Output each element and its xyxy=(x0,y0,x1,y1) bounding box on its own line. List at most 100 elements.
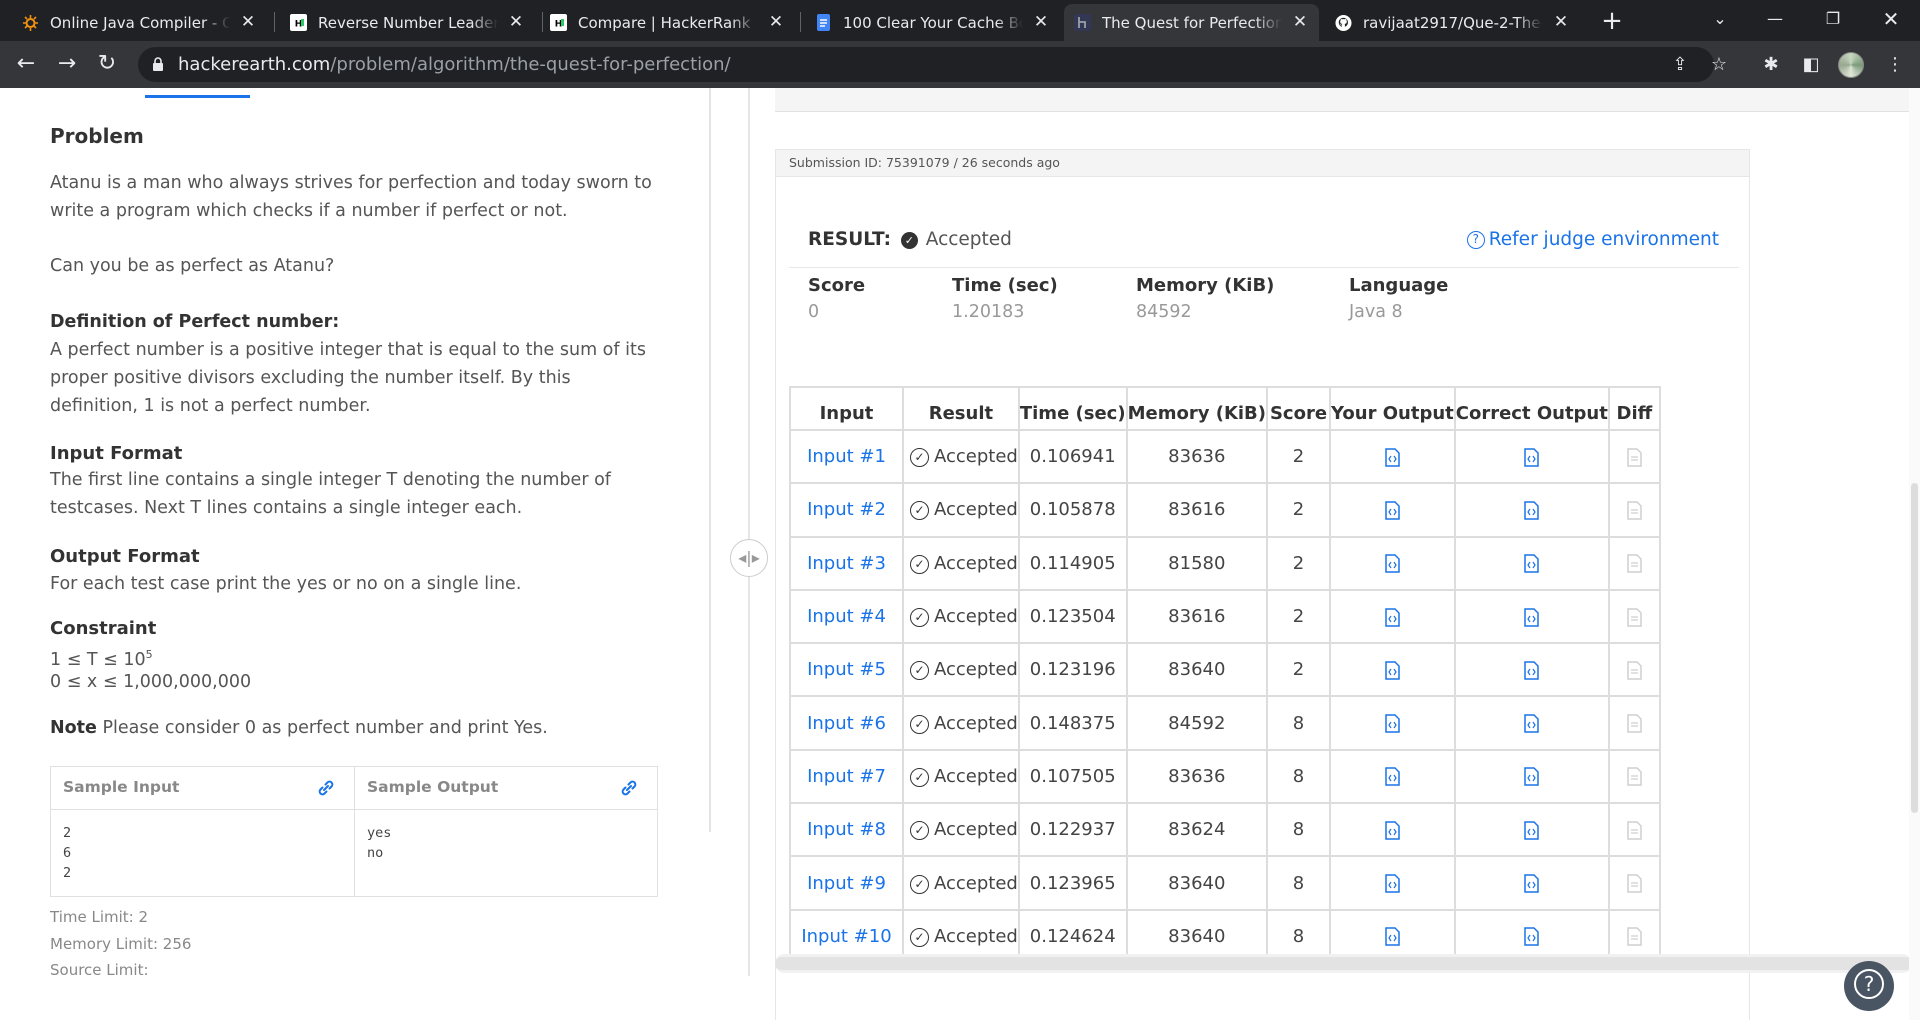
time-cell: 0.122937 xyxy=(1017,802,1128,858)
diff-cell xyxy=(1607,642,1661,698)
input-link[interactable]: Input #7 xyxy=(789,748,904,805)
score-cell: 2 xyxy=(1266,535,1332,591)
close-tab-icon[interactable]: ✕ xyxy=(1291,13,1309,31)
check-badge-icon: ✓ xyxy=(900,232,918,249)
input-link[interactable]: Input #4 xyxy=(789,588,904,645)
help-circle-icon: ? xyxy=(1466,231,1485,249)
your-output-file-icon[interactable] xyxy=(1385,714,1400,733)
your-output-file-icon[interactable] xyxy=(1385,661,1400,680)
correct-output-file-icon[interactable] xyxy=(1524,874,1540,893)
memory-cell: 83616 xyxy=(1125,482,1269,538)
your-output-file-icon[interactable] xyxy=(1385,927,1400,947)
result-label: RESULT: xyxy=(808,229,891,250)
your-output-cell xyxy=(1329,695,1456,751)
tab-search-chevron-icon[interactable]: ⌄ xyxy=(1697,4,1743,34)
close-tab-icon[interactable]: ✕ xyxy=(1032,13,1050,31)
memory-cell: 83624 xyxy=(1125,802,1269,858)
correct-output-cell xyxy=(1453,588,1610,645)
your-output-file-icon[interactable] xyxy=(1385,874,1400,893)
split-drag-handle-icon[interactable]: ◂|▸ xyxy=(730,539,768,577)
restore-icon[interactable]: ❐ xyxy=(1810,4,1856,34)
result-cell: ✓ Accepted xyxy=(902,535,1020,591)
col-header: Diff xyxy=(1607,386,1661,431)
copy-link-icon[interactable] xyxy=(316,778,336,802)
diff-cell xyxy=(1607,802,1661,858)
time-limit: Time Limit: 2 xyxy=(50,908,149,926)
input-link[interactable]: Input #6 xyxy=(789,695,904,751)
horizontal-scrollbar[interactable] xyxy=(775,954,1912,973)
score-cell: 8 xyxy=(1266,802,1332,858)
menu-kebab-icon[interactable]: ⋮ xyxy=(1884,54,1906,76)
close-tab-icon[interactable]: ✕ xyxy=(767,13,785,31)
close-tab-icon[interactable]: ✕ xyxy=(239,13,257,31)
share-icon[interactable]: ⇪ xyxy=(1670,55,1690,75)
copy-link-icon[interactable] xyxy=(619,778,639,802)
correct-output-file-icon[interactable] xyxy=(1524,554,1540,573)
output-format-text: For each test case print the yes or no o… xyxy=(50,574,522,594)
hackerrank-favicon-icon: H xyxy=(290,14,307,31)
scrollbar-thumb[interactable] xyxy=(1911,483,1918,813)
side-panel-icon[interactable]: ◧ xyxy=(1800,54,1822,76)
result-cell: ✓ Accepted xyxy=(902,802,1020,858)
correct-output-file-icon[interactable] xyxy=(1524,607,1540,627)
correct-output-file-icon[interactable] xyxy=(1524,501,1540,520)
your-output-file-icon[interactable] xyxy=(1385,607,1400,627)
stat-value: Java 8 xyxy=(1349,302,1403,322)
profile-avatar[interactable] xyxy=(1838,52,1864,78)
address-bar[interactable]: hackerearth.com/problem/algorithm/the-qu… xyxy=(138,47,1727,82)
reload-icon[interactable]: ↻ xyxy=(92,49,122,79)
table-row: Input #4 ✓ Accepted 0.123504 83616 2 xyxy=(789,588,1661,645)
help-button[interactable]: ? xyxy=(1844,961,1894,1011)
browser-tab[interactable]: 100 Clear Your Cache Bootc ✕ xyxy=(805,4,1060,41)
page-scrollbar[interactable] xyxy=(1909,88,1920,1020)
extensions-puzzle-icon[interactable]: ✱ xyxy=(1760,54,1782,76)
input-link[interactable]: Input #2 xyxy=(789,482,904,538)
input-link[interactable]: Input #9 xyxy=(789,855,904,911)
time-cell: 0.106941 xyxy=(1017,428,1128,485)
browser-tab[interactable]: ravijaat2917/Que-2-The-Qu ✕ xyxy=(1325,4,1580,41)
diff-cell xyxy=(1607,855,1661,911)
browser-tab-active[interactable]: The Quest for Perfection | P ✕ xyxy=(1064,4,1319,41)
your-output-file-icon[interactable] xyxy=(1385,820,1400,840)
correct-output-file-icon[interactable] xyxy=(1524,714,1540,733)
judge-environment-link[interactable]: ? Refer judge environment xyxy=(1466,229,1719,250)
scrollbar-thumb[interactable] xyxy=(775,957,1912,970)
time-cell: 0.107505 xyxy=(1017,748,1128,805)
tab-title: The Quest for Perfection | P xyxy=(1102,13,1282,32)
stat-time: Time (sec) 1.20183 xyxy=(952,275,1058,322)
correct-output-file-icon[interactable] xyxy=(1524,661,1540,680)
browser-tab[interactable]: Online Java Compiler - Onli ✕ xyxy=(12,4,267,41)
correct-output-file-icon[interactable] xyxy=(1524,820,1540,840)
browser-tab[interactable]: H Reverse Number Leaderboa ✕ xyxy=(280,4,535,41)
table-row: Input #8 ✓ Accepted 0.122937 83624 8 xyxy=(789,802,1661,858)
your-output-file-icon[interactable] xyxy=(1385,447,1400,467)
definition-title: Definition of Perfect number: xyxy=(50,312,340,332)
input-link[interactable]: Input #8 xyxy=(789,802,904,858)
memory-cell: 83616 xyxy=(1125,588,1269,645)
forward-icon[interactable]: → xyxy=(52,49,82,79)
left-panel-scrollbar[interactable] xyxy=(709,88,711,832)
browser-tab[interactable]: H Compare | HackerRank ✕ xyxy=(540,4,795,41)
input-link[interactable]: Input #3 xyxy=(789,535,904,591)
input-link[interactable]: Input #1 xyxy=(789,428,904,485)
close-tab-icon[interactable]: ✕ xyxy=(507,13,525,31)
bookmark-star-icon[interactable]: ☆ xyxy=(1709,55,1729,75)
correct-output-file-icon[interactable] xyxy=(1524,767,1540,787)
back-icon[interactable]: ← xyxy=(11,49,41,79)
your-output-file-icon[interactable] xyxy=(1385,767,1400,787)
minimize-icon[interactable]: — xyxy=(1752,4,1798,34)
sample-output-label: Sample Output xyxy=(367,778,499,796)
result-text: Accepted xyxy=(934,765,1018,787)
close-tab-icon[interactable]: ✕ xyxy=(1552,13,1570,31)
close-window-icon[interactable]: ✕ xyxy=(1868,4,1914,34)
your-output-file-icon[interactable] xyxy=(1385,501,1400,520)
correct-output-file-icon[interactable] xyxy=(1524,927,1540,947)
new-tab-icon[interactable]: + xyxy=(1598,8,1626,36)
output-format-title: Output Format xyxy=(50,546,200,567)
lock-icon xyxy=(152,57,164,76)
input-link[interactable]: Input #5 xyxy=(789,642,904,698)
correct-output-file-icon[interactable] xyxy=(1524,447,1540,467)
your-output-file-icon[interactable] xyxy=(1385,554,1400,573)
correct-output-cell xyxy=(1453,695,1610,751)
your-output-cell xyxy=(1329,428,1456,485)
